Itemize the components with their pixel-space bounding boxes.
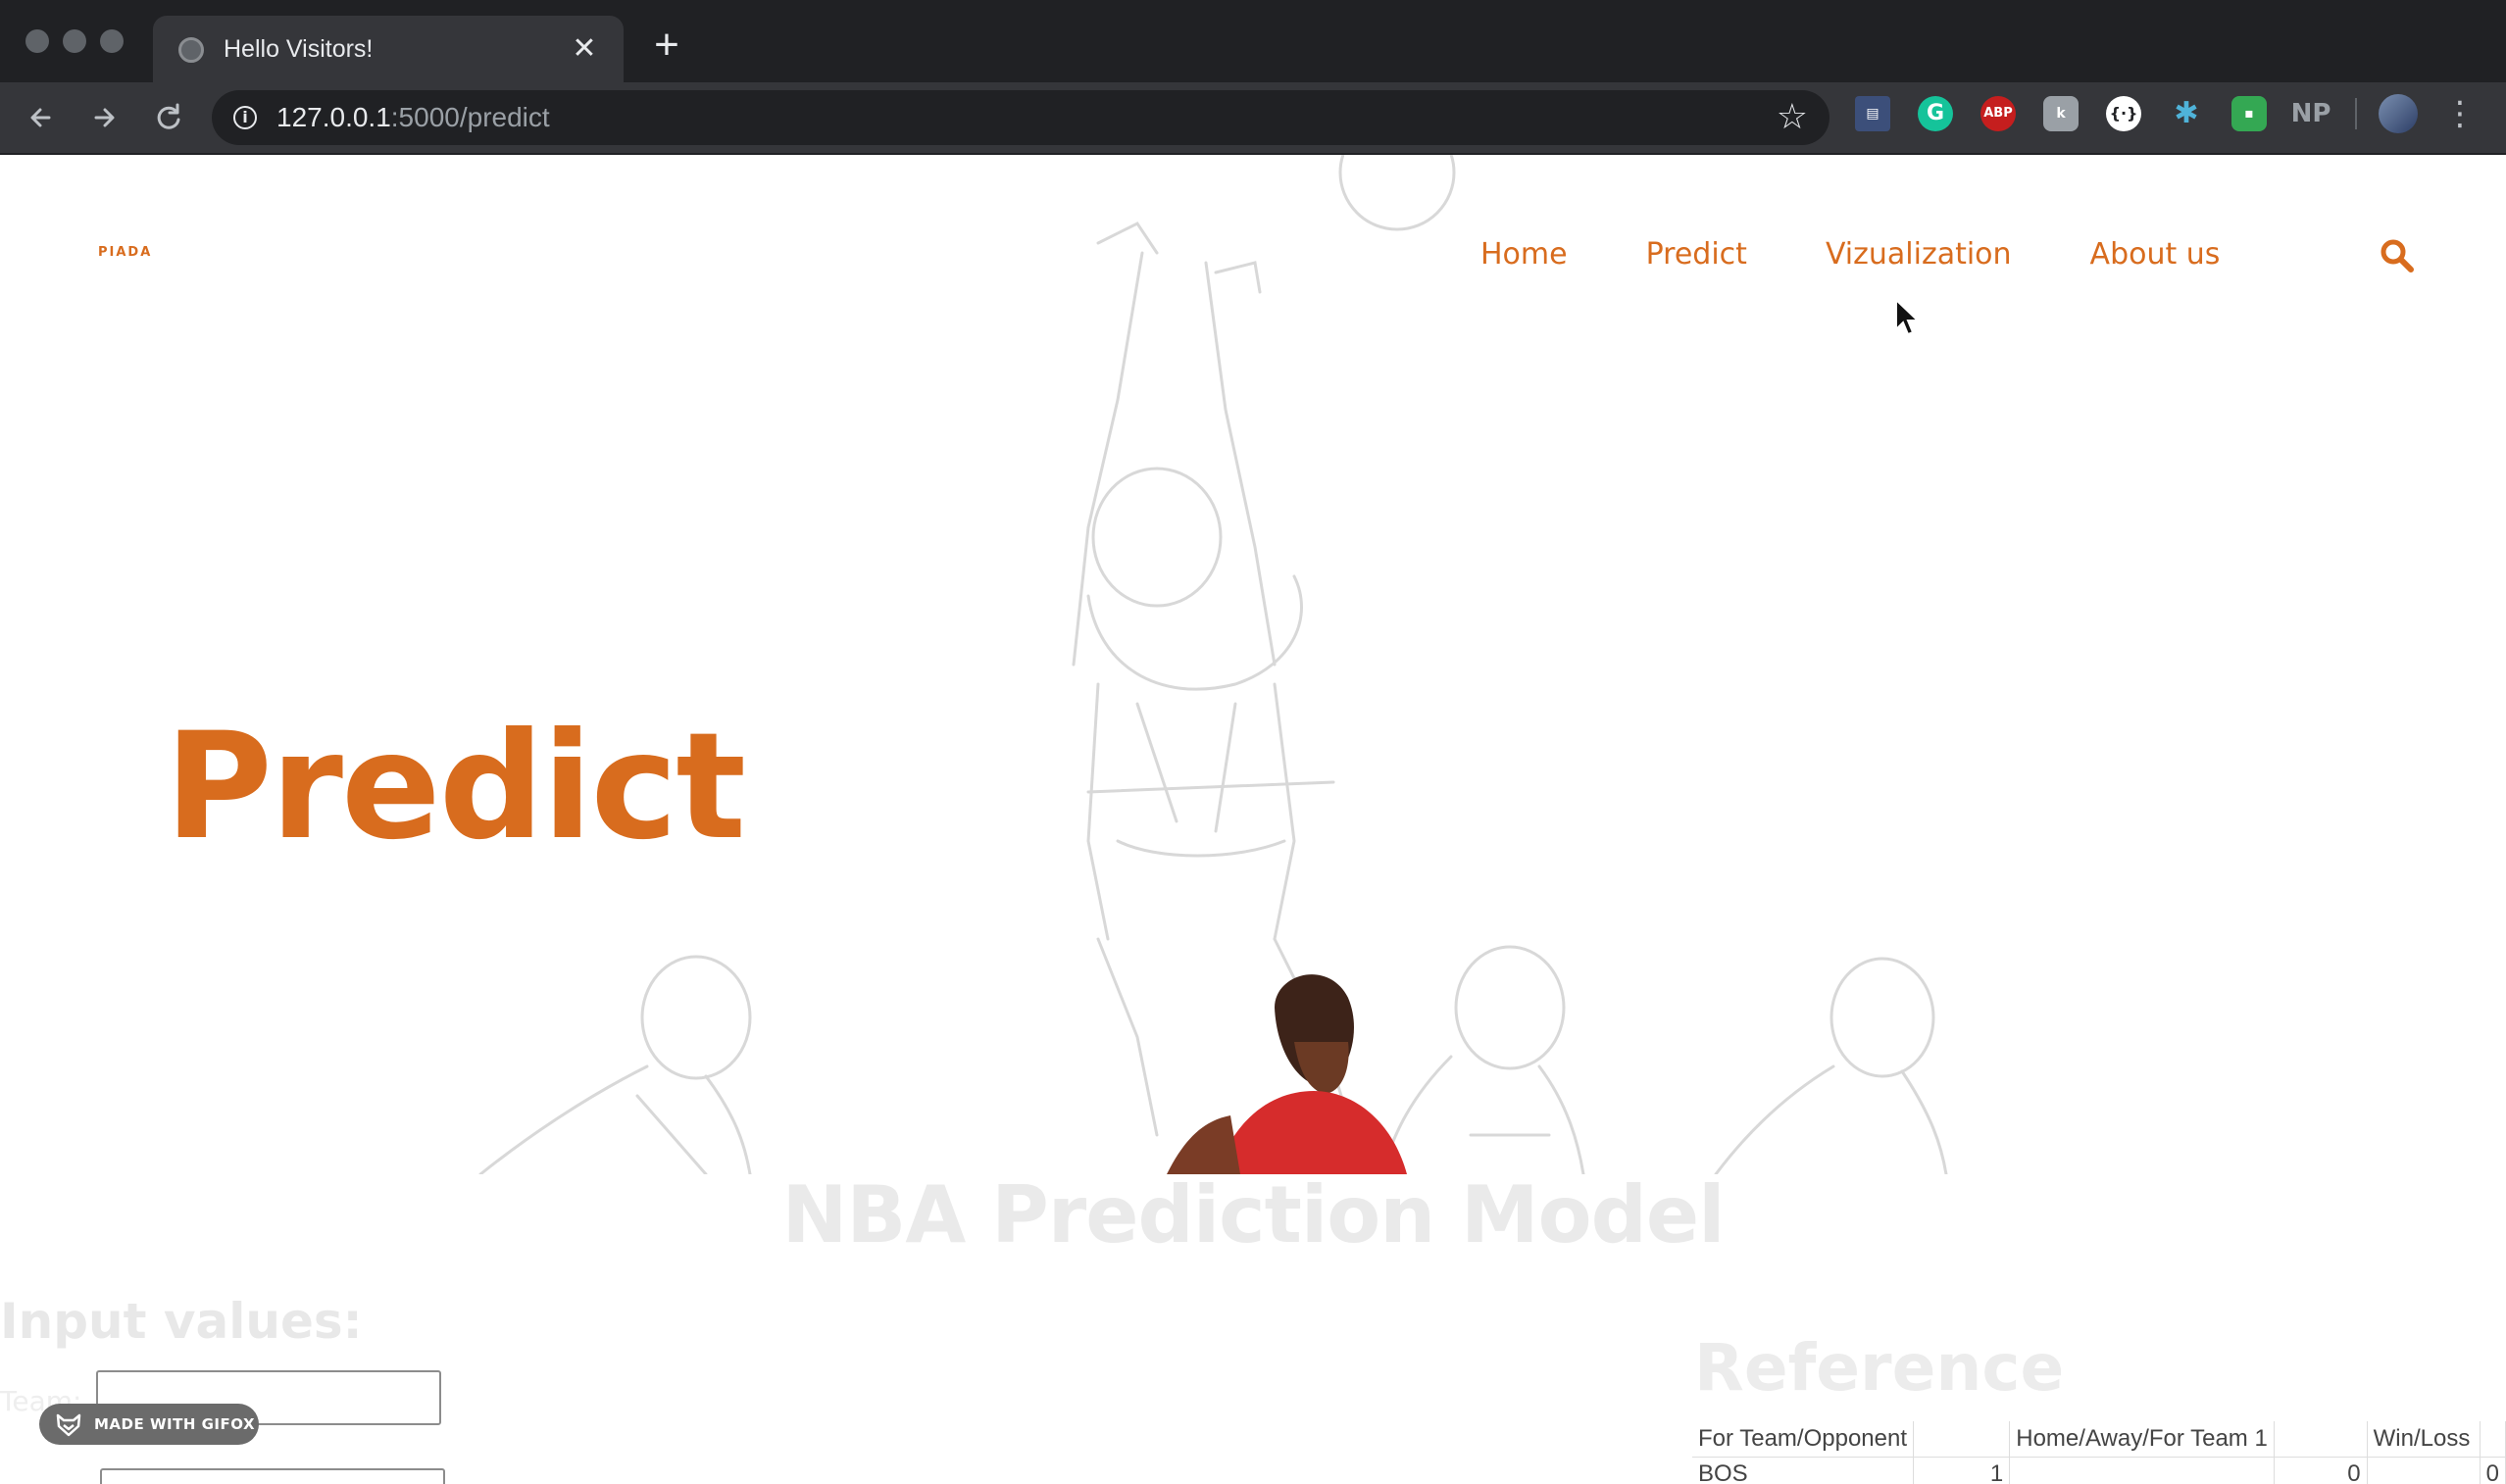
page-title: Predict bbox=[165, 702, 746, 872]
calendar-extension-icon[interactable]: ▤ bbox=[1855, 96, 1890, 131]
browser-tab[interactable]: Hello Visitors! ✕ bbox=[153, 16, 624, 82]
input-values-heading: Input values: bbox=[0, 1293, 363, 1350]
table-cell: 1 bbox=[1913, 1457, 2011, 1484]
url-text[interactable]: 127.0.0.1:5000/predict bbox=[276, 102, 550, 133]
profile-avatar[interactable] bbox=[2379, 94, 2418, 133]
nav-home[interactable]: Home bbox=[1480, 235, 1568, 274]
table-header: Win/Loss bbox=[2367, 1421, 2481, 1458]
tab-title: Hello Visitors! bbox=[224, 35, 374, 63]
nav-vizualization[interactable]: Vizualization bbox=[1826, 235, 2012, 274]
table-header bbox=[1913, 1421, 2011, 1458]
reload-icon[interactable] bbox=[147, 96, 190, 139]
site-info-icon[interactable]: i bbox=[233, 106, 257, 129]
extension-icon[interactable]: {·} bbox=[2106, 96, 2141, 131]
grammarly-icon[interactable]: G bbox=[1918, 96, 1953, 131]
site-logo[interactable]: PIADA bbox=[98, 245, 152, 260]
table-header-row: For Team/Opponent Home/Away/For Team 1 W… bbox=[1692, 1421, 2506, 1458]
extension-icon[interactable]: ✱ bbox=[2169, 96, 2204, 131]
new-tab-button[interactable]: + bbox=[647, 24, 686, 67]
gifox-label: MADE WITH GIFOX bbox=[94, 1415, 256, 1433]
table-header: Home/Away/For Team 1 bbox=[2009, 1421, 2275, 1458]
section-title: NBA Prediction Model bbox=[781, 1169, 1725, 1261]
basketball-players-illustration bbox=[478, 155, 1948, 1174]
mouse-cursor-icon bbox=[1895, 298, 1921, 336]
table-header bbox=[2274, 1421, 2368, 1458]
table-cell: BOS bbox=[1692, 1457, 1915, 1484]
main-navigation: Home Predict Vizualization About us bbox=[1480, 235, 2220, 274]
address-bar[interactable]: i 127.0.0.1:5000/predict ☆ bbox=[212, 90, 1829, 145]
nav-about-us[interactable]: About us bbox=[2090, 235, 2221, 274]
np-extension-icon[interactable]: NP bbox=[2286, 96, 2335, 131]
back-arrow-icon[interactable] bbox=[20, 96, 63, 139]
toolbar-divider bbox=[2355, 98, 2357, 129]
search-icon[interactable] bbox=[2377, 235, 2416, 274]
extension-icon[interactable]: ▪ bbox=[2231, 96, 2267, 131]
window-close-button[interactable] bbox=[25, 29, 49, 53]
forward-arrow-icon[interactable] bbox=[82, 96, 125, 139]
table-row: BOS 1 0 0 bbox=[1692, 1457, 2506, 1484]
table-cell bbox=[2367, 1457, 2481, 1484]
gifox-watermark-badge: MADE WITH GIFOX bbox=[39, 1404, 259, 1445]
browser-menu-icon[interactable]: ⋮ bbox=[2443, 96, 2477, 135]
table-cell: 0 bbox=[2480, 1457, 2506, 1484]
fox-icon bbox=[56, 1413, 81, 1437]
opponent-input[interactable] bbox=[100, 1468, 445, 1484]
reference-heading: Reference bbox=[1694, 1330, 2065, 1406]
table-cell bbox=[2009, 1457, 2275, 1484]
browser-tab-bar: Hello Visitors! ✕ + bbox=[0, 0, 2506, 82]
globe-icon bbox=[178, 37, 204, 63]
tab-close-icon[interactable]: ✕ bbox=[567, 31, 602, 67]
browser-toolbar: i 127.0.0.1:5000/predict ☆ ▤ G ABP k {·}… bbox=[0, 82, 2506, 155]
window-minimize-button[interactable] bbox=[63, 29, 86, 53]
adblock-plus-icon[interactable]: ABP bbox=[1980, 96, 2016, 131]
table-cell: 0 bbox=[2274, 1457, 2368, 1484]
window-maximize-button[interactable] bbox=[100, 29, 124, 53]
nav-predict[interactable]: Predict bbox=[1646, 235, 1747, 274]
bookmark-star-icon[interactable]: ☆ bbox=[1777, 98, 1808, 137]
reference-table: For Team/Opponent Home/Away/For Team 1 W… bbox=[1692, 1421, 2506, 1484]
table-header: For Team/Opponent bbox=[1692, 1421, 1915, 1458]
extension-icon[interactable]: k bbox=[2043, 96, 2079, 131]
web-page: PIADA Home Predict Vizualization About u… bbox=[0, 155, 2506, 1484]
